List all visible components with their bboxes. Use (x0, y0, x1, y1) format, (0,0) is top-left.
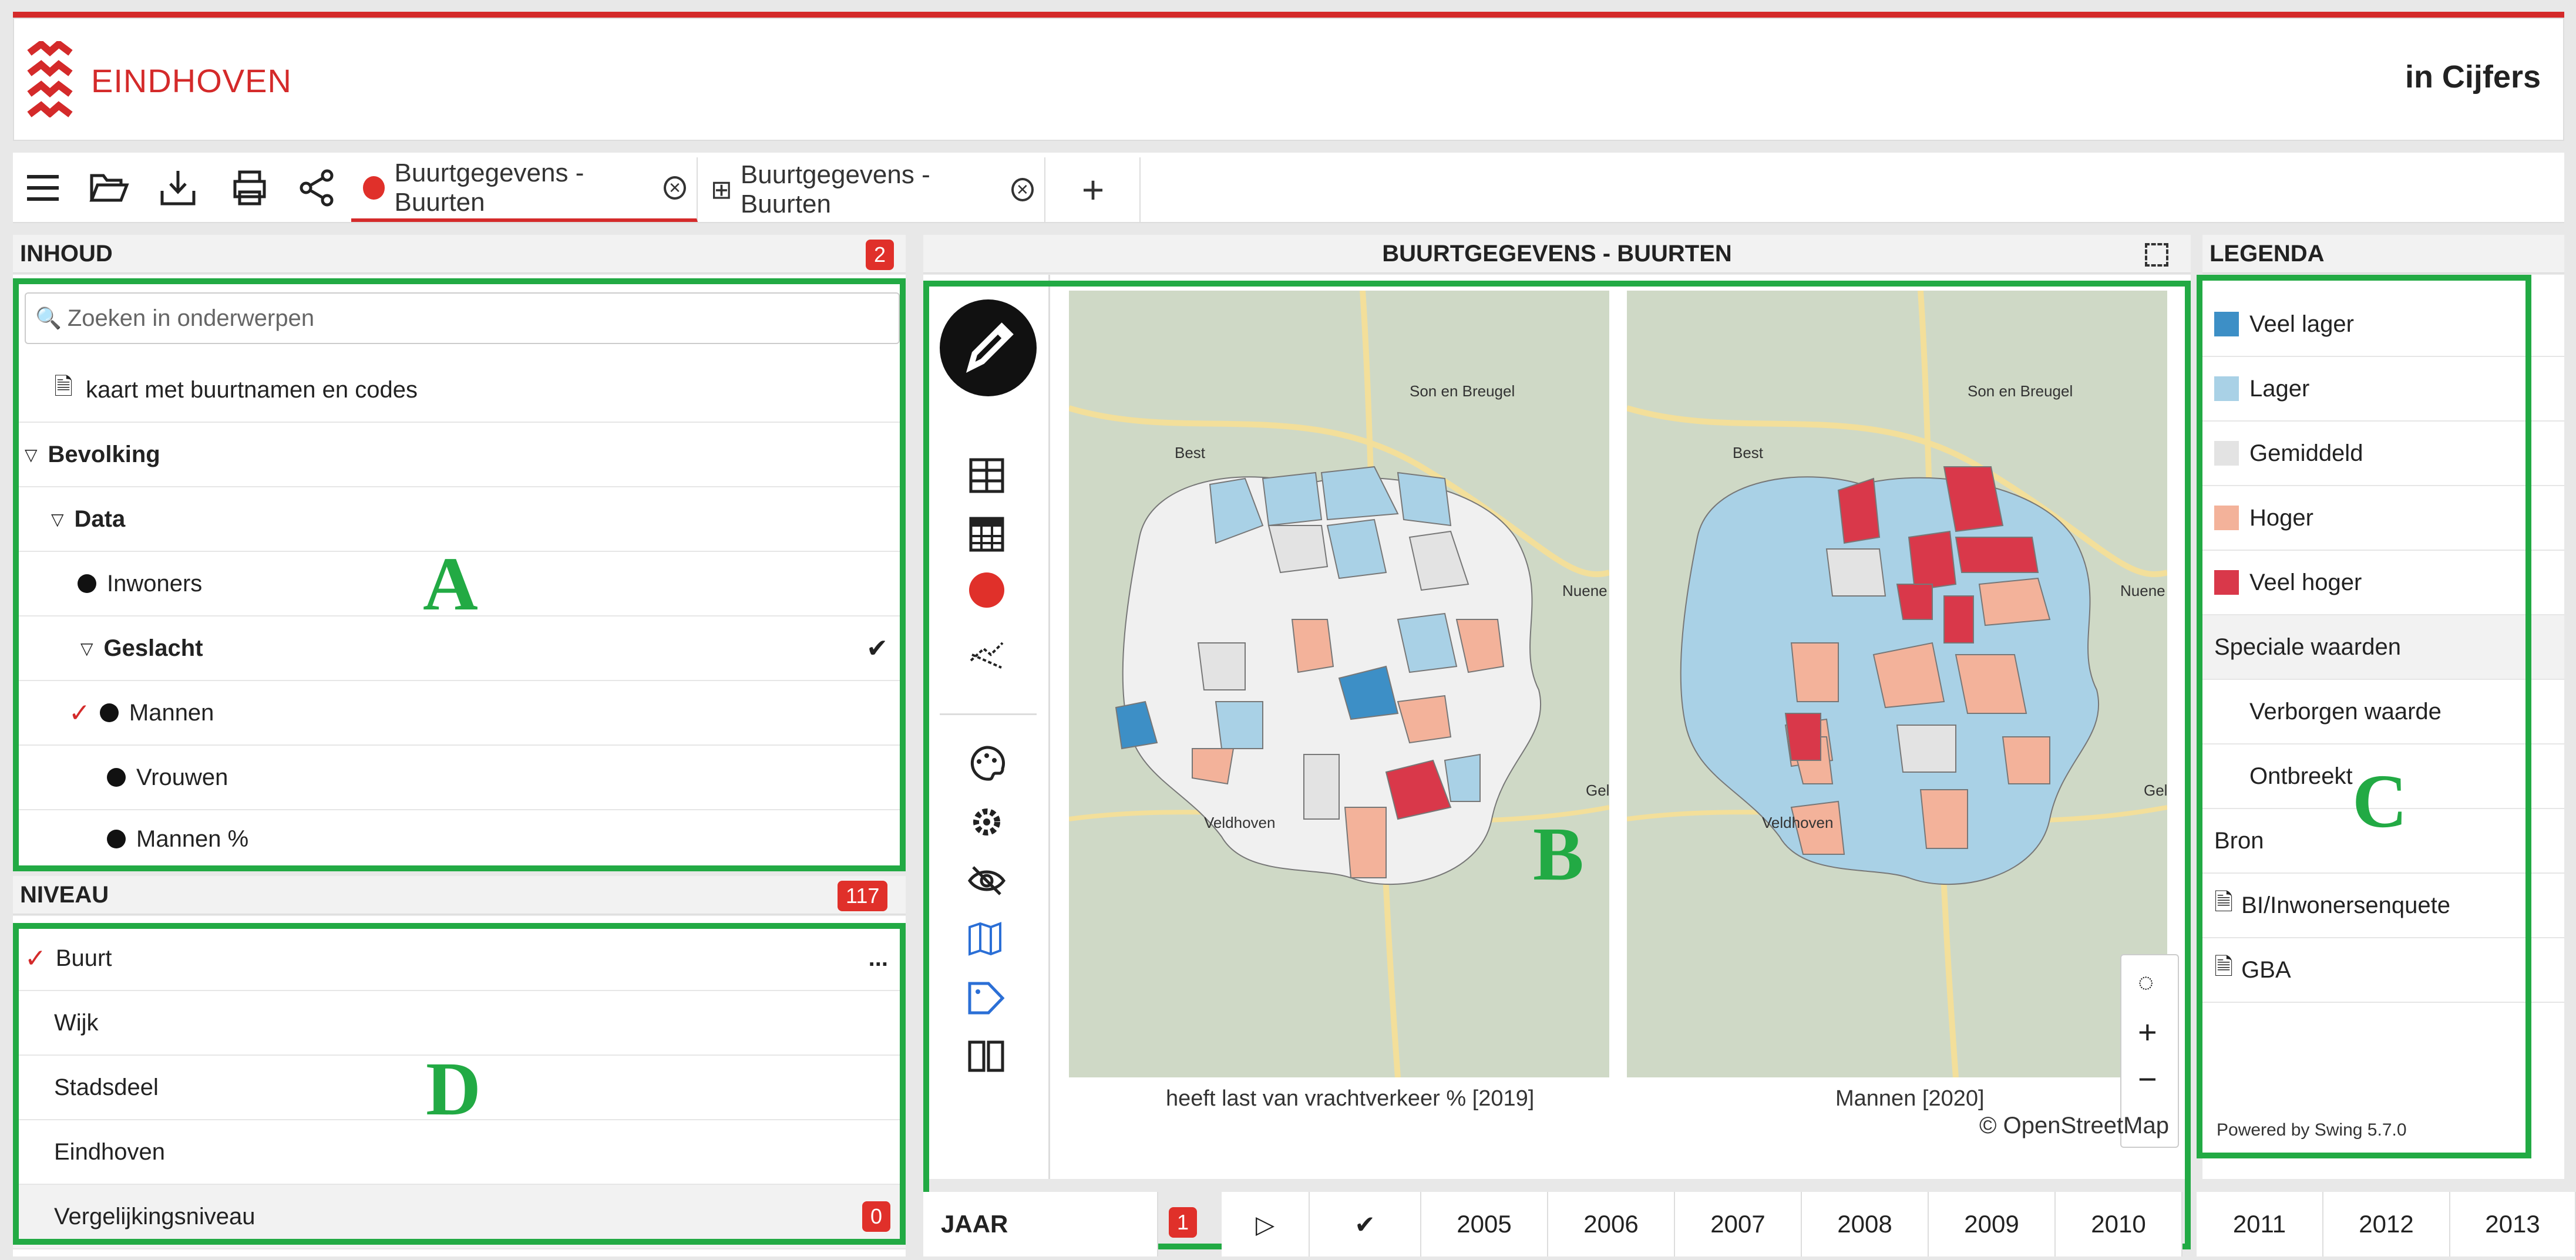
close-tab-icon[interactable]: ✕ (664, 176, 686, 200)
header-subtitle: in Cijfers (2405, 59, 2541, 95)
map-header: BUURTGEGEVENS - BUURTEN (923, 235, 2191, 274)
share-icon[interactable] (297, 167, 338, 208)
year-2006[interactable]: 2006 (1548, 1192, 1675, 1256)
annotation-box-b (923, 281, 2191, 1249)
year-2013[interactable]: 2013 (2450, 1192, 2576, 1256)
play-icon: ▷ (1255, 1210, 1275, 1238)
year-2011[interactable]: 2011 (2197, 1192, 2323, 1256)
table-icon: ⊞ (711, 175, 732, 204)
tab-map[interactable]: Buurtgegevens - Buurten ✕ (351, 157, 698, 222)
niveau-title: NIVEAU (20, 881, 109, 908)
legenda-header: LEGENDA (2202, 235, 2564, 274)
eindhoven-logo-icon (27, 41, 73, 117)
play-button[interactable]: ▷ (1222, 1192, 1310, 1256)
niveau-badge: 117 (838, 881, 888, 911)
jaar-label: JAAR (923, 1192, 1158, 1256)
folder-open-icon[interactable] (88, 167, 129, 208)
brand-name: EINDHOVEN (91, 62, 292, 99)
inhoud-title: INHOUD (20, 240, 113, 267)
top-accent-bar (13, 12, 2564, 18)
annotation-box-c (2197, 275, 2531, 1158)
jaar-badge: 1 (1169, 1207, 1198, 1238)
annotation-letter-b: B (1533, 812, 1584, 897)
fullscreen-icon[interactable] (2145, 243, 2168, 267)
niveau-header: NIVEAU (13, 876, 906, 915)
year-2009[interactable]: 2009 (1929, 1192, 2056, 1256)
annotation-letter-d: D (426, 1047, 481, 1131)
print-icon[interactable] (229, 167, 270, 208)
year-2010[interactable]: 2010 (2056, 1192, 2182, 1256)
map-title: BUURTGEGEVENS - BUURTEN (1382, 240, 1732, 267)
legenda-title: LEGENDA (2210, 240, 2325, 267)
app-root: EINDHOVEN in Cijfers Buurtgegevens - Buu… (0, 0, 2576, 1260)
close-tab-icon[interactable]: ✕ (1011, 178, 1034, 201)
annotation-letter-c: C (2352, 759, 2407, 844)
year-2012[interactable]: 2012 (2323, 1192, 2450, 1256)
add-tab-button[interactable]: + (1047, 157, 1141, 222)
tab-label: Buurtgegevens - Buurten (740, 160, 930, 218)
menu-icon[interactable] (22, 167, 63, 208)
tab-table[interactable]: ⊞ Buurtgegevens - Buurten ✕ (699, 157, 1045, 222)
tab-label: Buurtgegevens - Buurten (394, 159, 584, 217)
globe-icon (363, 176, 385, 200)
select-all-button[interactable]: ✔︎ (1310, 1192, 1421, 1256)
inhoud-badge: 2 (866, 240, 894, 270)
year-2005[interactable]: 2005 (1421, 1192, 1548, 1256)
app-header (13, 18, 2564, 141)
year-2007[interactable]: 2007 (1675, 1192, 1802, 1256)
download-icon[interactable] (157, 167, 199, 208)
year-2008[interactable]: 2008 (1802, 1192, 1929, 1256)
annotation-letter-a: A (423, 542, 478, 626)
double-check-icon: ✔︎ (1354, 1210, 1376, 1238)
inhoud-header: INHOUD (13, 235, 906, 274)
